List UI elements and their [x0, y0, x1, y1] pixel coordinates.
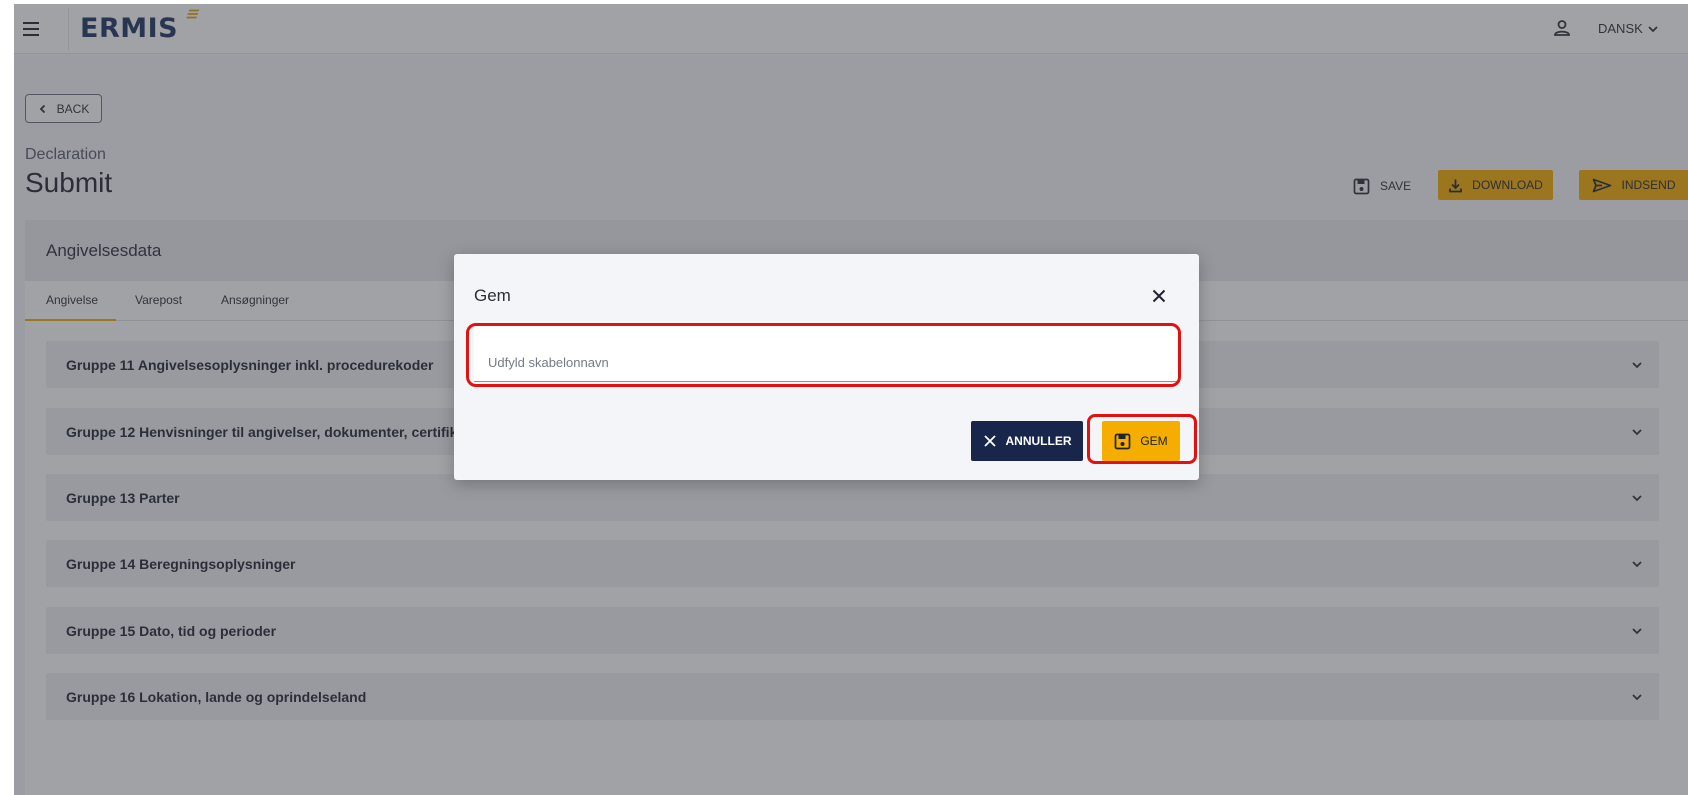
close-icon[interactable]: [1147, 284, 1171, 308]
dialog-title: Gem: [474, 286, 511, 305]
floppy-disk-icon: [1114, 433, 1131, 449]
cancel-button[interactable]: ANNULLER: [971, 421, 1083, 461]
template-name-field: [474, 326, 1180, 382]
close-icon: [983, 435, 996, 447]
gem-button[interactable]: GEM: [1102, 421, 1180, 461]
save-template-dialog: Gem ANNULLER GEM: [454, 254, 1199, 480]
app-window: ERMIS ≡ DANSK BACK Declaration Submit SA…: [14, 4, 1688, 795]
template-name-input[interactable]: [474, 326, 1180, 381]
gem-label: GEM: [1140, 434, 1168, 448]
cancel-label: ANNULLER: [1005, 434, 1072, 448]
